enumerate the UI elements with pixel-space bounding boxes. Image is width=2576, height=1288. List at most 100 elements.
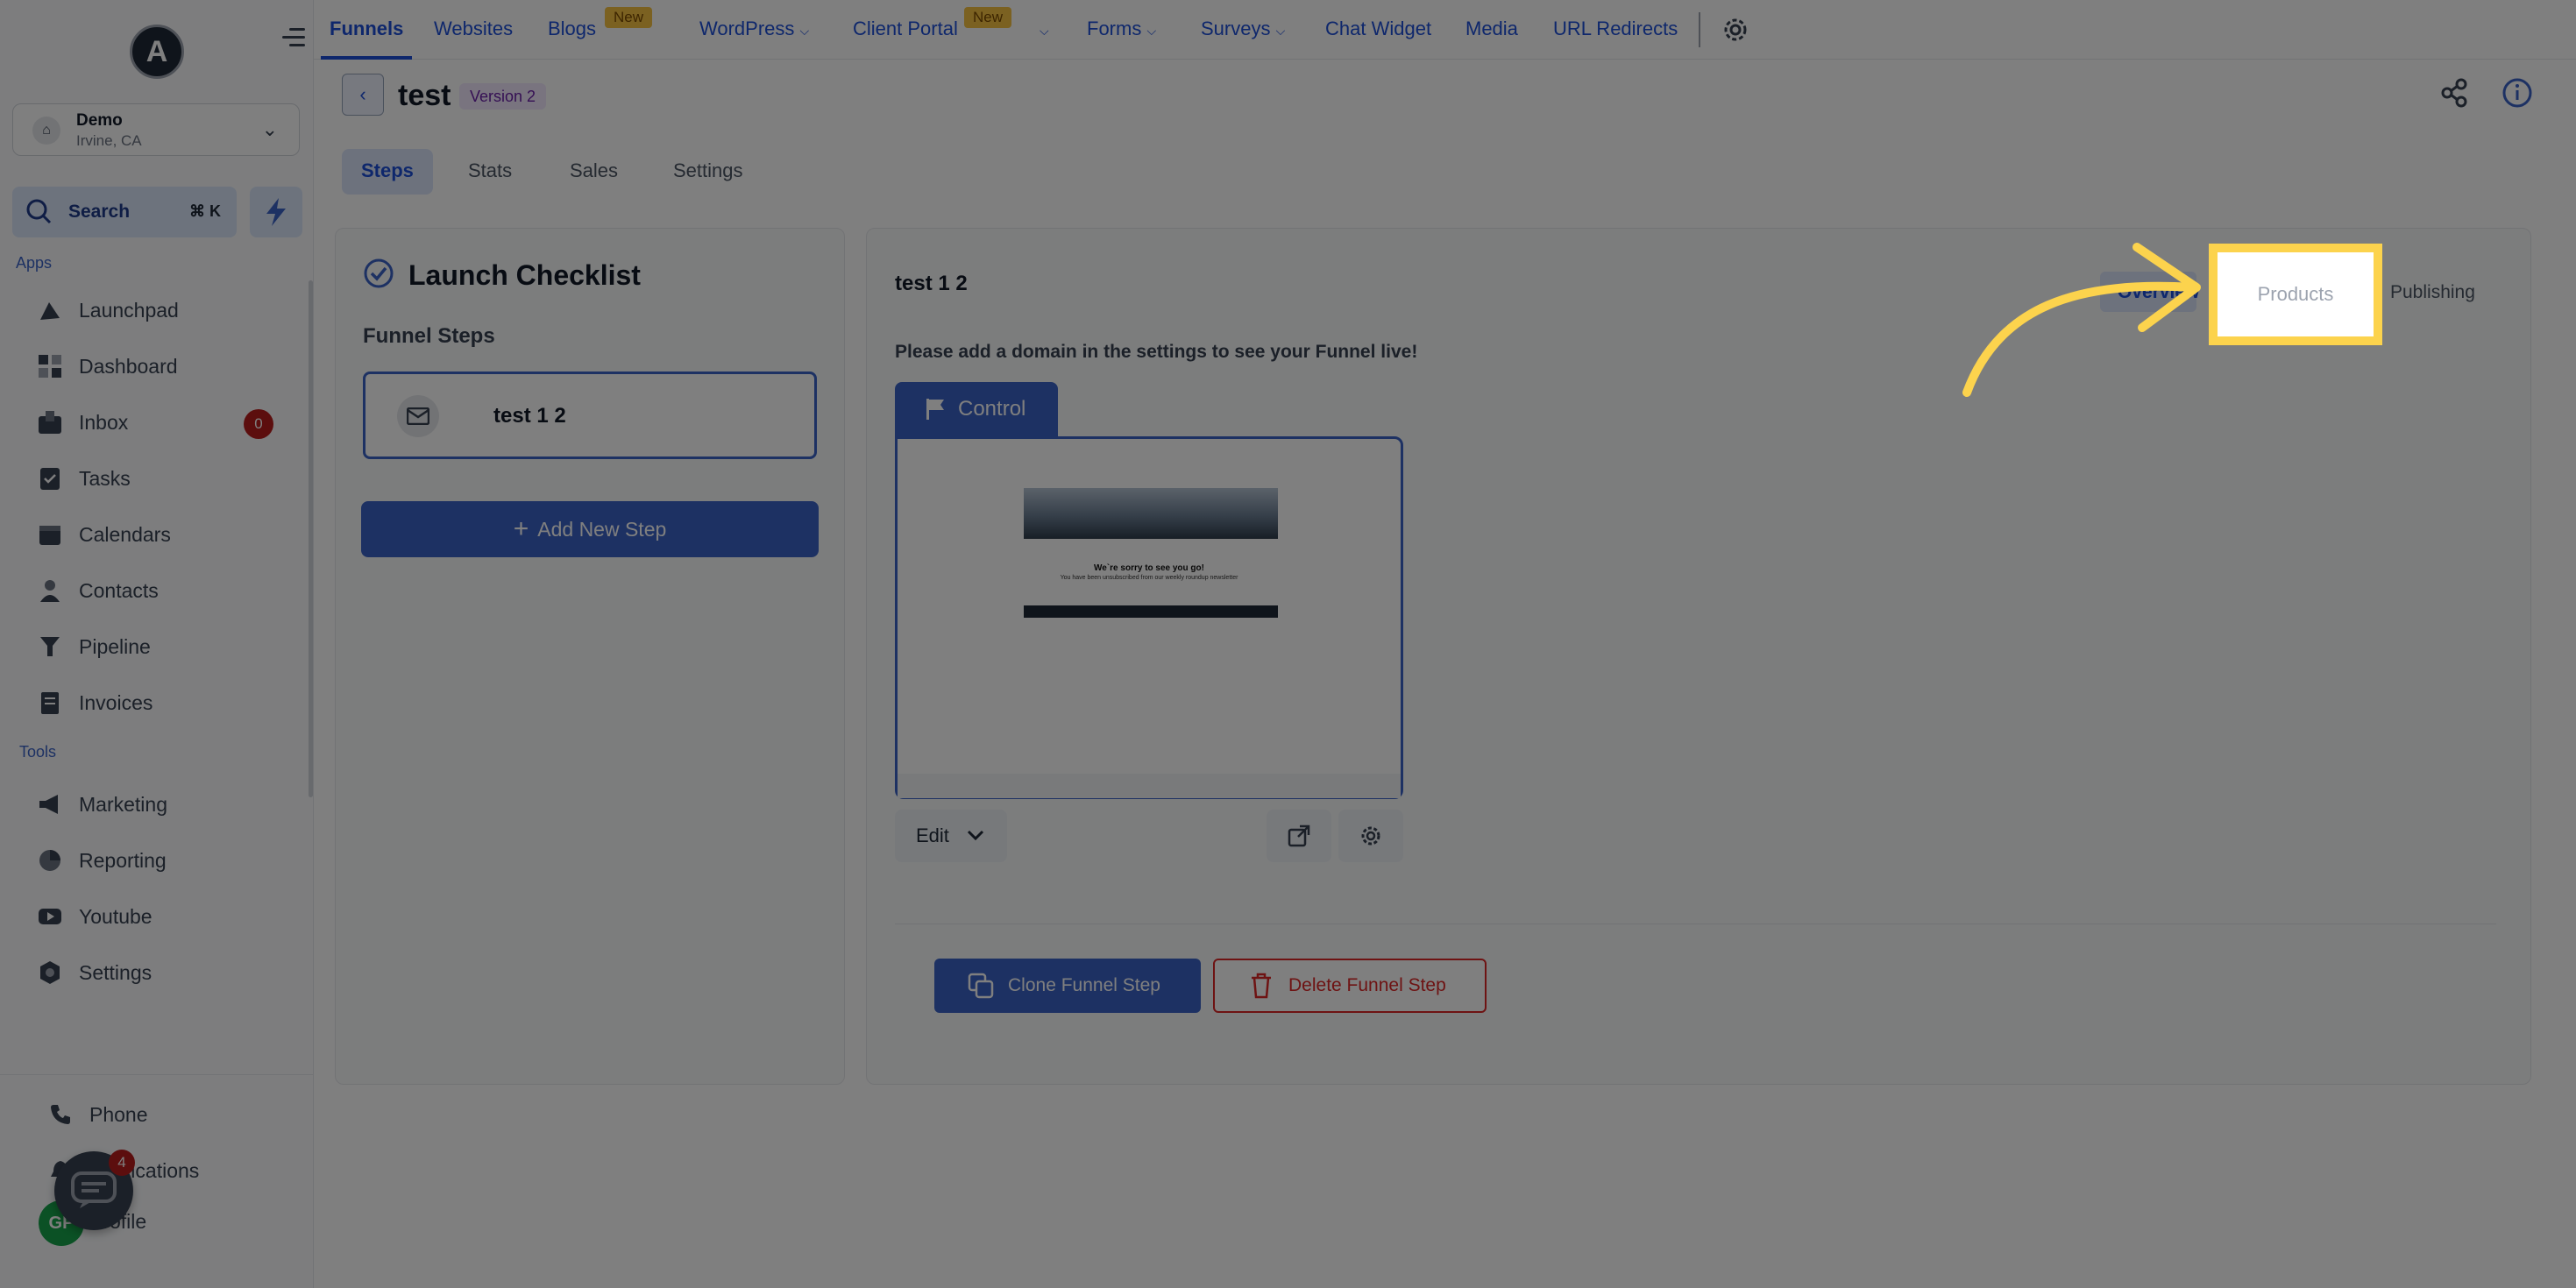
tab-label: WordPress	[699, 18, 795, 39]
page-preview[interactable]: We`re sorry to see you go! You have been…	[895, 436, 1403, 799]
youtube-icon	[35, 902, 65, 931]
chevron-down-icon: ⌄	[261, 118, 278, 140]
tools-section-label: Tools	[19, 743, 57, 761]
chevron-down-icon: ⌵	[1275, 24, 1286, 38]
sidebar-item-calendars[interactable]: Calendars	[35, 517, 171, 552]
collapse-menu-icon[interactable]	[282, 28, 305, 49]
tab-funnels[interactable]: Funnels	[330, 18, 403, 40]
tab-client-portal[interactable]: Client Portal	[853, 18, 958, 40]
chat-unread-badge: 4	[109, 1150, 135, 1176]
chevron-down-icon: ⌵	[1146, 24, 1157, 38]
control-variant-tab[interactable]: Control	[895, 382, 1058, 436]
sidebar-item-invoices[interactable]: Invoices	[35, 685, 153, 720]
new-badge: New	[605, 7, 653, 28]
sidebar-item-settings[interactable]: Settings	[35, 955, 152, 990]
page-title: test	[398, 79, 451, 112]
lightning-icon	[266, 198, 286, 226]
sidebar-item-label: Reporting	[79, 848, 167, 872]
chevron-down-icon[interactable]: ⌵	[1040, 18, 1049, 40]
tab-label: Forms	[1087, 18, 1142, 39]
tab-sales[interactable]: Sales	[570, 159, 618, 182]
search-icon	[26, 199, 52, 224]
account-name: Demo	[76, 111, 123, 130]
tasks-icon	[35, 464, 65, 493]
preview-bottom	[898, 774, 1401, 798]
tab-stats[interactable]: Stats	[468, 159, 512, 182]
phone-icon	[46, 1100, 75, 1129]
delete-label: Delete Funnel Step	[1288, 975, 1446, 995]
clone-funnel-step-button[interactable]: Clone Funnel Step	[934, 959, 1201, 1013]
account-switcher[interactable]: ⌂ Demo Irvine, CA ⌄	[12, 103, 300, 156]
sidebar-scrollbar[interactable]	[309, 280, 313, 797]
nav-divider	[1699, 12, 1700, 47]
sidebar-item-contacts[interactable]: Contacts	[35, 573, 159, 608]
sidebar-item-label: Dashboard	[79, 354, 178, 378]
products-tab-label: Products	[2257, 283, 2334, 305]
sidebar-item-label: Invoices	[79, 690, 153, 714]
tab-steps[interactable]: Steps	[361, 159, 414, 182]
tab-url-redirects[interactable]: URL Redirects	[1553, 18, 1678, 40]
edit-label: Edit	[916, 824, 949, 846]
tab-publishing[interactable]: Publishing	[2390, 282, 2475, 303]
tab-websites[interactable]: Websites	[434, 18, 513, 40]
settings-gear-icon[interactable]	[1720, 14, 1751, 46]
tab-forms[interactable]: Forms ⌵	[1087, 18, 1156, 40]
tab-surveys[interactable]: Surveys ⌵	[1201, 18, 1285, 40]
chat-icon	[71, 1171, 117, 1208]
active-tab-indicator	[321, 56, 412, 60]
add-new-step-button[interactable]: + Add New Step	[361, 501, 819, 557]
share-icon[interactable]	[2437, 75, 2472, 110]
back-button[interactable]: ‹	[342, 74, 384, 116]
tab-chat-widget[interactable]: Chat Widget	[1325, 18, 1431, 40]
gear-icon	[35, 958, 65, 987]
pie-chart-icon	[35, 846, 65, 875]
quick-actions-button[interactable]	[250, 187, 302, 237]
sidebar-item-reporting[interactable]: Reporting	[35, 843, 167, 878]
search-button[interactable]: Search ⌘ K	[12, 187, 237, 237]
step-title: test 1 2	[895, 272, 968, 295]
inbox-count-badge: 0	[244, 409, 273, 439]
sidebar-item-launchpad[interactable]: Launchpad	[35, 293, 179, 328]
calendar-icon	[35, 520, 65, 549]
funnel-step-card[interactable]: test 1 2	[363, 372, 817, 459]
sidebar-item-dashboard[interactable]: Dashboard	[35, 349, 178, 384]
tab-media[interactable]: Media	[1465, 18, 1518, 40]
control-label: Control	[958, 397, 1026, 421]
sidebar-item-tasks[interactable]: Tasks	[35, 461, 131, 496]
copy-icon	[968, 973, 994, 999]
sidebar-item-youtube[interactable]: Youtube	[35, 899, 153, 934]
preview-text: You have been unsubscribed from our week…	[1060, 575, 1238, 581]
delete-funnel-step-button[interactable]: Delete Funnel Step	[1213, 959, 1487, 1013]
sidebar-item-marketing[interactable]: Marketing	[35, 787, 167, 822]
sidebar-item-phone[interactable]: Phone	[46, 1097, 148, 1132]
check-circle-icon	[364, 258, 394, 288]
tab-blogs[interactable]: Blogs	[548, 18, 596, 40]
highlighted-products-tab[interactable]: Products	[2209, 244, 2382, 345]
location-icon: ⌂	[32, 117, 60, 145]
info-icon[interactable]	[2500, 75, 2535, 110]
account-location: Irvine, CA	[76, 132, 142, 149]
sidebar: A ⌂ Demo Irvine, CA ⌄ Search ⌘ K Apps La…	[0, 0, 314, 1288]
funnel-steps-heading: Funnel Steps	[363, 324, 495, 348]
tab-wordpress[interactable]: WordPress ⌵	[699, 18, 809, 40]
tab-label: Surveys	[1201, 18, 1271, 39]
step-settings-button[interactable]	[1338, 810, 1403, 862]
new-badge: New	[964, 7, 1012, 28]
tab-overview[interactable]: Overview	[2118, 282, 2199, 303]
sidebar-item-label: Marketing	[79, 792, 167, 816]
open-external-button[interactable]	[1267, 810, 1331, 862]
tab-settings[interactable]: Settings	[673, 159, 743, 182]
sidebar-item-pipeline[interactable]: Pipeline	[35, 629, 151, 664]
edit-dropdown-button[interactable]: Edit	[895, 810, 1007, 862]
sidebar-item-label: Youtube	[79, 904, 153, 928]
dashboard-icon	[35, 351, 65, 381]
sidebar-divider	[0, 1074, 314, 1075]
sidebar-item-label: Pipeline	[79, 634, 151, 658]
pipeline-icon	[35, 632, 65, 662]
sidebar-item-inbox[interactable]: Inbox	[35, 405, 128, 440]
version-badge: Version 2	[459, 83, 547, 110]
sidebar-item-label: Launchpad	[79, 298, 179, 322]
search-shortcut: ⌘ K	[189, 202, 221, 220]
logo[interactable]: A	[130, 25, 184, 79]
chevron-down-icon: ⌵	[799, 24, 810, 38]
